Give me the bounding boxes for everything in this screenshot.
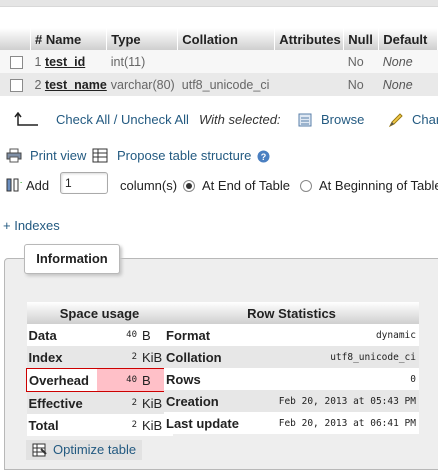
stat-label: Collation bbox=[164, 346, 248, 368]
stat-label: Last update bbox=[164, 412, 248, 434]
stat-value: utf8_unicode_ci bbox=[248, 346, 419, 368]
stat-label: Format bbox=[164, 324, 248, 346]
printer-icon bbox=[6, 148, 22, 166]
space-usage-title: Space usage bbox=[26, 302, 173, 324]
structure-table: # Name Type Collation Attributes Null De… bbox=[0, 28, 438, 96]
row-checkbox[interactable] bbox=[10, 55, 23, 69]
propose-structure-icon bbox=[92, 148, 108, 166]
table-row: Collation utf8_unicode_ci bbox=[164, 346, 419, 368]
row-statistics-table: Row Statistics Format dynamic Collation … bbox=[164, 302, 419, 434]
space-label: Overhead bbox=[26, 368, 97, 392]
stat-label: Rows bbox=[164, 368, 248, 390]
table-row: Total 2 KiB bbox=[26, 414, 173, 436]
stat-value: 0 bbox=[248, 368, 419, 390]
with-selected-label: With selected: bbox=[199, 112, 281, 127]
space-label: Effective bbox=[26, 391, 97, 414]
svg-text:+: + bbox=[20, 178, 22, 187]
column-count-input[interactable]: 1 bbox=[60, 172, 108, 194]
svg-text:?: ? bbox=[261, 152, 267, 162]
space-value: 2 bbox=[97, 346, 140, 369]
header-attributes[interactable]: Attributes bbox=[274, 28, 345, 50]
arrow-up-right-icon bbox=[14, 112, 38, 126]
add-column-icon: + bbox=[6, 178, 25, 195]
column-null: No bbox=[343, 73, 379, 96]
at-beginning-radio[interactable] bbox=[300, 180, 312, 192]
indexes-toggle-link[interactable]: + Indexes bbox=[3, 218, 60, 233]
top-bar bbox=[0, 0, 438, 7]
header-collation[interactable]: Collation bbox=[177, 28, 276, 50]
column-default: None bbox=[378, 50, 438, 73]
add-columns-row: + Add 1 column(s) At End of Table At Beg… bbox=[0, 172, 438, 198]
columns-label: column(s) bbox=[120, 178, 178, 193]
row-name-cell: 1 test_id bbox=[30, 50, 107, 73]
table-row: Index 2 KiB bbox=[26, 346, 173, 369]
print-view-link[interactable]: Print view bbox=[30, 148, 86, 163]
at-end-radio[interactable] bbox=[183, 180, 195, 192]
column-null: No bbox=[343, 50, 379, 73]
propose-structure-link[interactable]: Propose table structure bbox=[117, 148, 251, 163]
help-icon[interactable]: ? bbox=[257, 150, 270, 166]
table-row: Format dynamic bbox=[164, 324, 419, 346]
header-checkbox-col bbox=[0, 28, 31, 50]
row-num: 1 bbox=[34, 54, 42, 69]
header-default[interactable]: Default bbox=[378, 28, 438, 50]
column-name[interactable]: test_id bbox=[45, 55, 85, 69]
structure-header-row: # Name Type Collation Attributes Null De… bbox=[0, 28, 438, 50]
space-label: Data bbox=[26, 324, 97, 346]
column-type: int(11) bbox=[106, 50, 178, 73]
row-statistics-title: Row Statistics bbox=[164, 302, 419, 324]
column-collation: utf8_unicode_ci bbox=[177, 73, 275, 96]
table-row: Effective 2 KiB bbox=[26, 391, 173, 414]
header-name: Name bbox=[45, 31, 82, 47]
row-name-cell: 2 test_name bbox=[30, 73, 107, 96]
table-row: Data 40 B bbox=[26, 324, 173, 346]
row-checkbox-cell bbox=[0, 50, 31, 73]
space-label: Total bbox=[26, 414, 97, 436]
stat-value: Feb 20, 2013 at 06:41 PM bbox=[248, 412, 419, 434]
column-default: None bbox=[378, 73, 438, 96]
table-row: 2 test_name varchar(80) utf8_unicode_ci … bbox=[0, 73, 438, 96]
space-usage-table: Space usage Data 40 B Index 2 KiB Overhe… bbox=[26, 302, 173, 436]
pencil-icon bbox=[388, 112, 404, 131]
stat-label: Creation bbox=[164, 390, 248, 412]
optimize-icon bbox=[32, 443, 47, 463]
space-value: 40 bbox=[97, 324, 140, 346]
row-checkbox[interactable] bbox=[10, 78, 23, 92]
add-label: Add bbox=[26, 178, 50, 193]
table-row: Rows 0 bbox=[164, 368, 419, 390]
optimize-table-row[interactable]: Optimize table bbox=[26, 440, 142, 460]
table-row: Last update Feb 20, 2013 at 06:41 PM bbox=[164, 412, 419, 434]
stat-value: Feb 20, 2013 at 05:43 PM bbox=[248, 390, 419, 412]
header-num: # bbox=[35, 31, 43, 47]
column-name[interactable]: test_name bbox=[45, 78, 107, 92]
check-all-link[interactable]: Check All / Uncheck All bbox=[56, 112, 189, 127]
table-row: Creation Feb 20, 2013 at 05:43 PM bbox=[164, 390, 419, 412]
browse-button[interactable]: Browse bbox=[321, 112, 364, 127]
at-beginning-label: At Beginning of Table bbox=[319, 178, 438, 193]
column-collation bbox=[177, 50, 275, 73]
space-value: 40 bbox=[97, 368, 140, 392]
overhead-row: Overhead 40 B bbox=[26, 368, 173, 392]
browse-icon bbox=[298, 113, 312, 130]
header-null[interactable]: Null bbox=[343, 28, 380, 50]
optimize-table-link[interactable]: Optimize table bbox=[53, 440, 136, 460]
row-checkbox-cell bbox=[0, 73, 31, 96]
column-type: varchar(80) bbox=[106, 73, 178, 96]
information-legend: Information bbox=[24, 244, 120, 274]
space-label: Index bbox=[26, 346, 97, 369]
column-attributes bbox=[274, 73, 344, 96]
space-value: 2 bbox=[97, 414, 140, 436]
at-end-label: At End of Table bbox=[202, 178, 290, 193]
header-num-name[interactable]: # Name bbox=[30, 28, 108, 50]
space-value: 2 bbox=[97, 391, 140, 414]
bulk-action-bar: Check All / Uncheck All With selected: B… bbox=[0, 108, 438, 132]
row-num: 2 bbox=[34, 77, 42, 92]
header-type[interactable]: Type bbox=[106, 28, 179, 50]
table-row: 1 test_id int(11) No None bbox=[0, 50, 438, 73]
change-button[interactable]: Char bbox=[412, 112, 438, 127]
column-attributes bbox=[274, 50, 344, 73]
stat-value: dynamic bbox=[248, 324, 419, 346]
